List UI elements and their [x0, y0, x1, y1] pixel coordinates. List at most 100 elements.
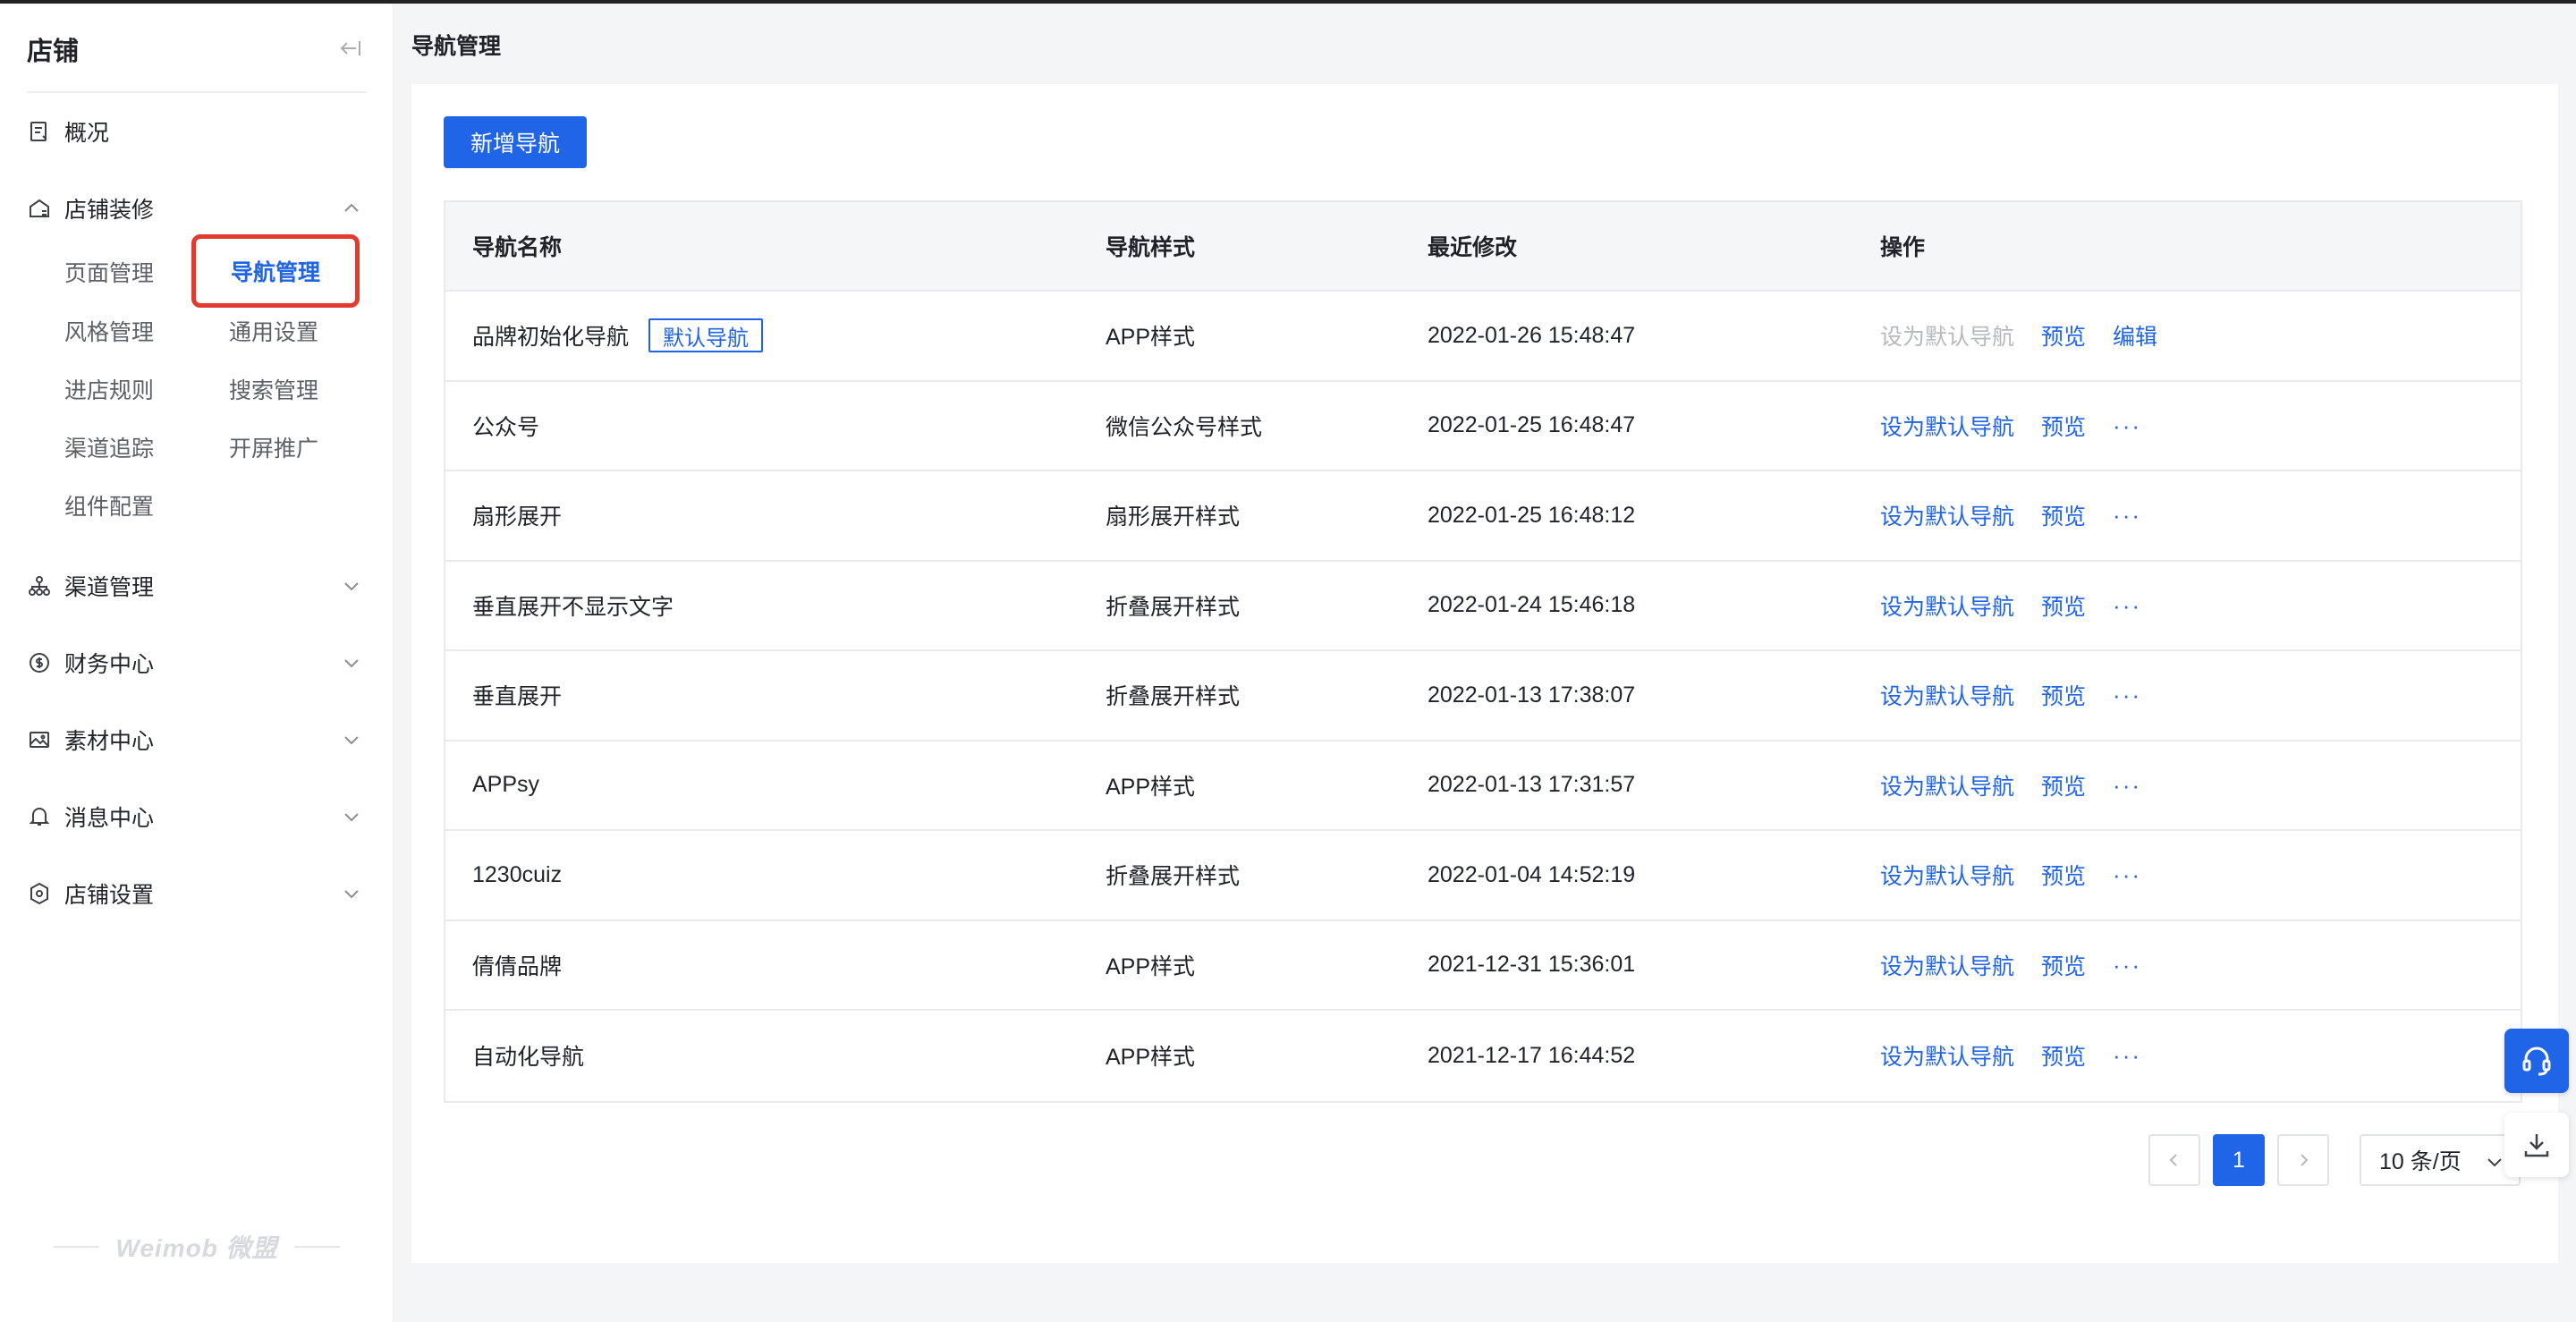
- preview-link[interactable]: 预览: [2041, 859, 2086, 891]
- nav-name: 1230cuiz: [472, 861, 563, 887]
- sidebar-item-decoration[interactable]: 店铺装修: [27, 188, 367, 229]
- column-header-name: 导航名称: [472, 235, 563, 260]
- sidebar-sub-splash-promo[interactable]: 开屏推广: [229, 428, 363, 467]
- sidebar-item-settings[interactable]: 店铺设置: [27, 873, 367, 914]
- last-modified: 2022-01-25 16:48:12: [1428, 502, 1636, 528]
- sidebar-header: 店铺: [27, 29, 367, 93]
- actions-cell: 设为默认导航 预览 ···: [1880, 589, 2521, 622]
- default-nav-tag: 默认导航: [648, 318, 764, 353]
- sidebar-title: 店铺: [27, 38, 80, 66]
- more-actions-button[interactable]: ···: [2113, 594, 2141, 617]
- sidebar-sub-nav-manage[interactable]: 导航管理: [191, 234, 360, 308]
- column-header-modified: 最近修改: [1428, 235, 1518, 260]
- set-default-link[interactable]: 设为默认导航: [1880, 410, 2014, 442]
- set-default-link[interactable]: 设为默认导航: [1880, 949, 2014, 981]
- actions-cell: 设为默认导航 预览 ···: [1880, 859, 2521, 891]
- bell-icon: [27, 804, 52, 829]
- download-icon: [2524, 1134, 2549, 1157]
- sidebar-sub-page-manage[interactable]: 页面管理: [64, 252, 199, 292]
- set-default-link[interactable]: 设为默认导航: [1880, 769, 2014, 801]
- table-row: APPsy APP样式 2022-01-13 17:31:57 设为默认导航 预…: [445, 742, 2521, 831]
- collapse-sidebar-icon[interactable]: [338, 36, 363, 61]
- sidebar-item-label: 财务中心: [64, 652, 155, 677]
- more-actions-button[interactable]: ···: [2113, 774, 2141, 797]
- set-default-link[interactable]: 设为默认导航: [1880, 1039, 2014, 1072]
- nav-name-cell: 扇形展开: [445, 499, 1106, 531]
- nav-name: 自动化导航: [472, 1045, 585, 1071]
- preview-link[interactable]: 预览: [2041, 949, 2086, 981]
- set-default-link[interactable]: 设为默认导航: [1880, 859, 2014, 891]
- more-actions-button[interactable]: ···: [2113, 953, 2141, 977]
- sidebar-item-label: 概况: [64, 121, 110, 146]
- org-chart-icon: [27, 573, 52, 598]
- nav-name: 公众号: [472, 414, 540, 440]
- preview-link[interactable]: 预览: [2041, 1039, 2086, 1072]
- column-header-actions: 操作: [1880, 235, 1926, 260]
- set-default-link[interactable]: 设为默认导航: [1880, 589, 2014, 622]
- chevron-down-icon: [342, 884, 361, 903]
- sidebar-sub-general-settings[interactable]: 通用设置: [229, 311, 363, 351]
- headset-icon: [2522, 1047, 2551, 1076]
- sidebar-item-finance[interactable]: 财务中心: [27, 642, 367, 683]
- page-size-select[interactable]: 10 条/页: [2360, 1134, 2521, 1186]
- sidebar-sub-search-manage[interactable]: 搜索管理: [229, 369, 363, 409]
- download-button[interactable]: [2504, 1113, 2569, 1177]
- store-icon: [27, 196, 52, 221]
- chevron-left-icon: [2169, 1154, 2177, 1166]
- page-number-button[interactable]: 1: [2213, 1134, 2265, 1186]
- sidebar-item-label: 店铺设置: [64, 883, 155, 908]
- sidebar-item-channel[interactable]: 渠道管理: [27, 565, 367, 606]
- customer-support-button[interactable]: [2504, 1029, 2569, 1093]
- add-navigation-button[interactable]: 新增导航: [444, 116, 587, 168]
- set-default-link[interactable]: 设为默认导航: [1880, 499, 2014, 531]
- content-panel: 新增导航 导航名称 导航样式 最近修改 操作 品牌初始化导航 默认导航 APP样…: [411, 84, 2558, 1263]
- sidebar-item-material[interactable]: 素材中心: [27, 719, 367, 760]
- sidebar-item-label: 素材中心: [64, 729, 155, 754]
- preview-link[interactable]: 预览: [2041, 499, 2086, 531]
- preview-link[interactable]: 预览: [2041, 589, 2086, 622]
- more-actions-button[interactable]: ···: [2113, 683, 2141, 707]
- set-default-link[interactable]: 设为默认导航: [1880, 679, 2014, 711]
- actions-cell: 设为默认导航 预览 ···: [1880, 1039, 2521, 1072]
- sidebar-sub-component-config[interactable]: 组件配置: [64, 486, 199, 525]
- table-body: 品牌初始化导航 默认导航 APP样式 2022-01-26 15:48:47 设…: [445, 292, 2521, 1101]
- chevron-up-icon: [342, 199, 361, 218]
- more-actions-button[interactable]: ···: [2113, 504, 2141, 527]
- more-actions-button[interactable]: ···: [2113, 1044, 2141, 1067]
- sidebar-sub-entry-rules[interactable]: 进店规则: [64, 369, 199, 409]
- sidebar-sub-channel-tracking[interactable]: 渠道追踪: [64, 428, 199, 467]
- chevron-right-icon: [2301, 1154, 2309, 1166]
- document-icon: [27, 119, 52, 144]
- sidebar-footer: Weimob 微盟: [54, 1229, 341, 1265]
- chevron-down-icon: [2485, 1152, 2504, 1172]
- preview-link[interactable]: 预览: [2041, 679, 2086, 711]
- nav-name-cell: 公众号: [445, 410, 1106, 442]
- last-modified: 2021-12-31 15:36:01: [1428, 952, 1636, 978]
- nav-style: 折叠展开样式: [1106, 864, 1241, 890]
- nav-style: 折叠展开样式: [1106, 684, 1241, 710]
- table-row: 1230cuiz 折叠展开样式 2022-01-04 14:52:19 设为默认…: [445, 831, 2521, 921]
- sidebar-sub-style-manage[interactable]: 风格管理: [64, 311, 199, 351]
- actions-cell: 设为默认导航 预览 ···: [1880, 679, 2521, 711]
- prev-page-button[interactable]: [2148, 1134, 2200, 1186]
- more-actions-button[interactable]: ···: [2113, 863, 2141, 886]
- table-row: 公众号 微信公众号样式 2022-01-25 16:48:47 设为默认导航 预…: [445, 382, 2521, 471]
- sidebar-item-message[interactable]: 消息中心: [27, 796, 367, 837]
- preview-link[interactable]: 预览: [2041, 410, 2086, 442]
- more-actions-button[interactable]: ···: [2113, 414, 2141, 437]
- preview-link[interactable]: 预览: [2041, 319, 2086, 352]
- nav-style: APP样式: [1106, 325, 1196, 351]
- nav-name-cell: 垂直展开不显示文字: [445, 589, 1106, 622]
- next-page-button[interactable]: [2277, 1134, 2329, 1186]
- table-header: 导航名称 导航样式 最近修改 操作: [445, 202, 2521, 292]
- nav-style: APP样式: [1106, 774, 1196, 800]
- nav-name: 品牌初始化导航: [472, 325, 630, 351]
- column-header-style: 导航样式: [1106, 235, 1196, 260]
- edit-link[interactable]: 编辑: [2113, 319, 2157, 352]
- sidebar: 店铺 概况 店铺装修 页面管理 导航管理 风格管理 通用设置 进店规则 搜索管理…: [0, 4, 394, 1322]
- chevron-down-icon: [342, 576, 361, 596]
- actions-cell: 设为默认导航 预览 ···: [1880, 949, 2521, 981]
- preview-link[interactable]: 预览: [2041, 769, 2086, 801]
- sidebar-item-overview[interactable]: 概况: [27, 111, 367, 152]
- table-row: 品牌初始化导航 默认导航 APP样式 2022-01-26 15:48:47 设…: [445, 292, 2521, 382]
